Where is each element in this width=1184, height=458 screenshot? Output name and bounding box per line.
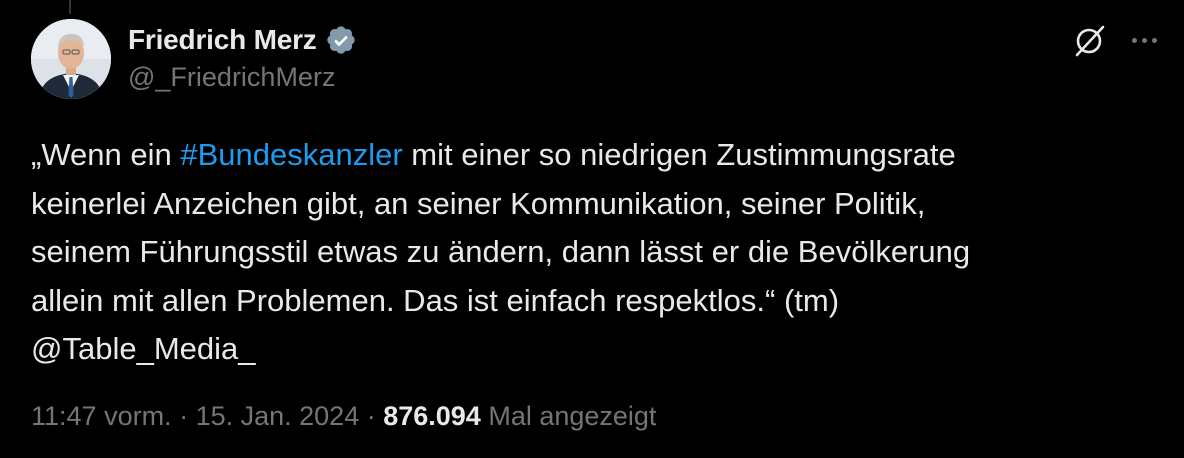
avatar[interactable]: [31, 19, 111, 99]
meta-separator: ·: [359, 401, 384, 431]
hashtag-link[interactable]: #Bundeskanzler: [180, 137, 402, 172]
tweet-text-segment: mit einer so niedrigen Zustimmungsrate: [402, 137, 956, 172]
grok-icon[interactable]: [1072, 22, 1108, 58]
verified-badge-icon[interactable]: [325, 24, 357, 56]
tweet-date[interactable]: 15. Jan. 2024: [196, 401, 360, 431]
author-name-row: Friedrich Merz: [128, 20, 357, 60]
more-dot: [1131, 37, 1137, 43]
more-dot: [1141, 37, 1147, 43]
tweet-text-segment: „Wenn ein: [31, 137, 181, 172]
thread-connector-line: [69, 0, 71, 14]
tweet-line-5: @Table_Media_: [31, 331, 256, 366]
view-count: 876.094: [383, 401, 481, 431]
tweet-time[interactable]: 11:47 vorm.: [31, 401, 172, 431]
more-icon[interactable]: [1124, 22, 1164, 58]
avatar-image: [31, 19, 111, 99]
author-display-name[interactable]: Friedrich Merz: [128, 24, 317, 56]
more-dot: [1151, 37, 1157, 43]
tweet-line-2: keinerlei Anzeichen gibt, an seiner Komm…: [31, 185, 926, 221]
tweet-text: „Wenn ein #Bundeskanzler mit einer so ni…: [31, 131, 1141, 374]
tweet-line-4: allein mit allen Problemen. Das ist einf…: [31, 282, 840, 318]
tweet-line-3: seinem Führungsstil etwas zu ändern, dan…: [31, 234, 971, 269]
view-count-label: Mal angezeigt: [480, 401, 657, 431]
meta-separator: ·: [171, 401, 196, 431]
tweet-line-1: „Wenn ein #Bundeskanzler mit einer so ni…: [31, 131, 1141, 180]
tweet-metadata: 11:47 vorm. · 15. Jan. 2024 · 876.094 Ma…: [31, 401, 656, 432]
author-handle[interactable]: @_FriedrichMerz: [128, 62, 335, 93]
